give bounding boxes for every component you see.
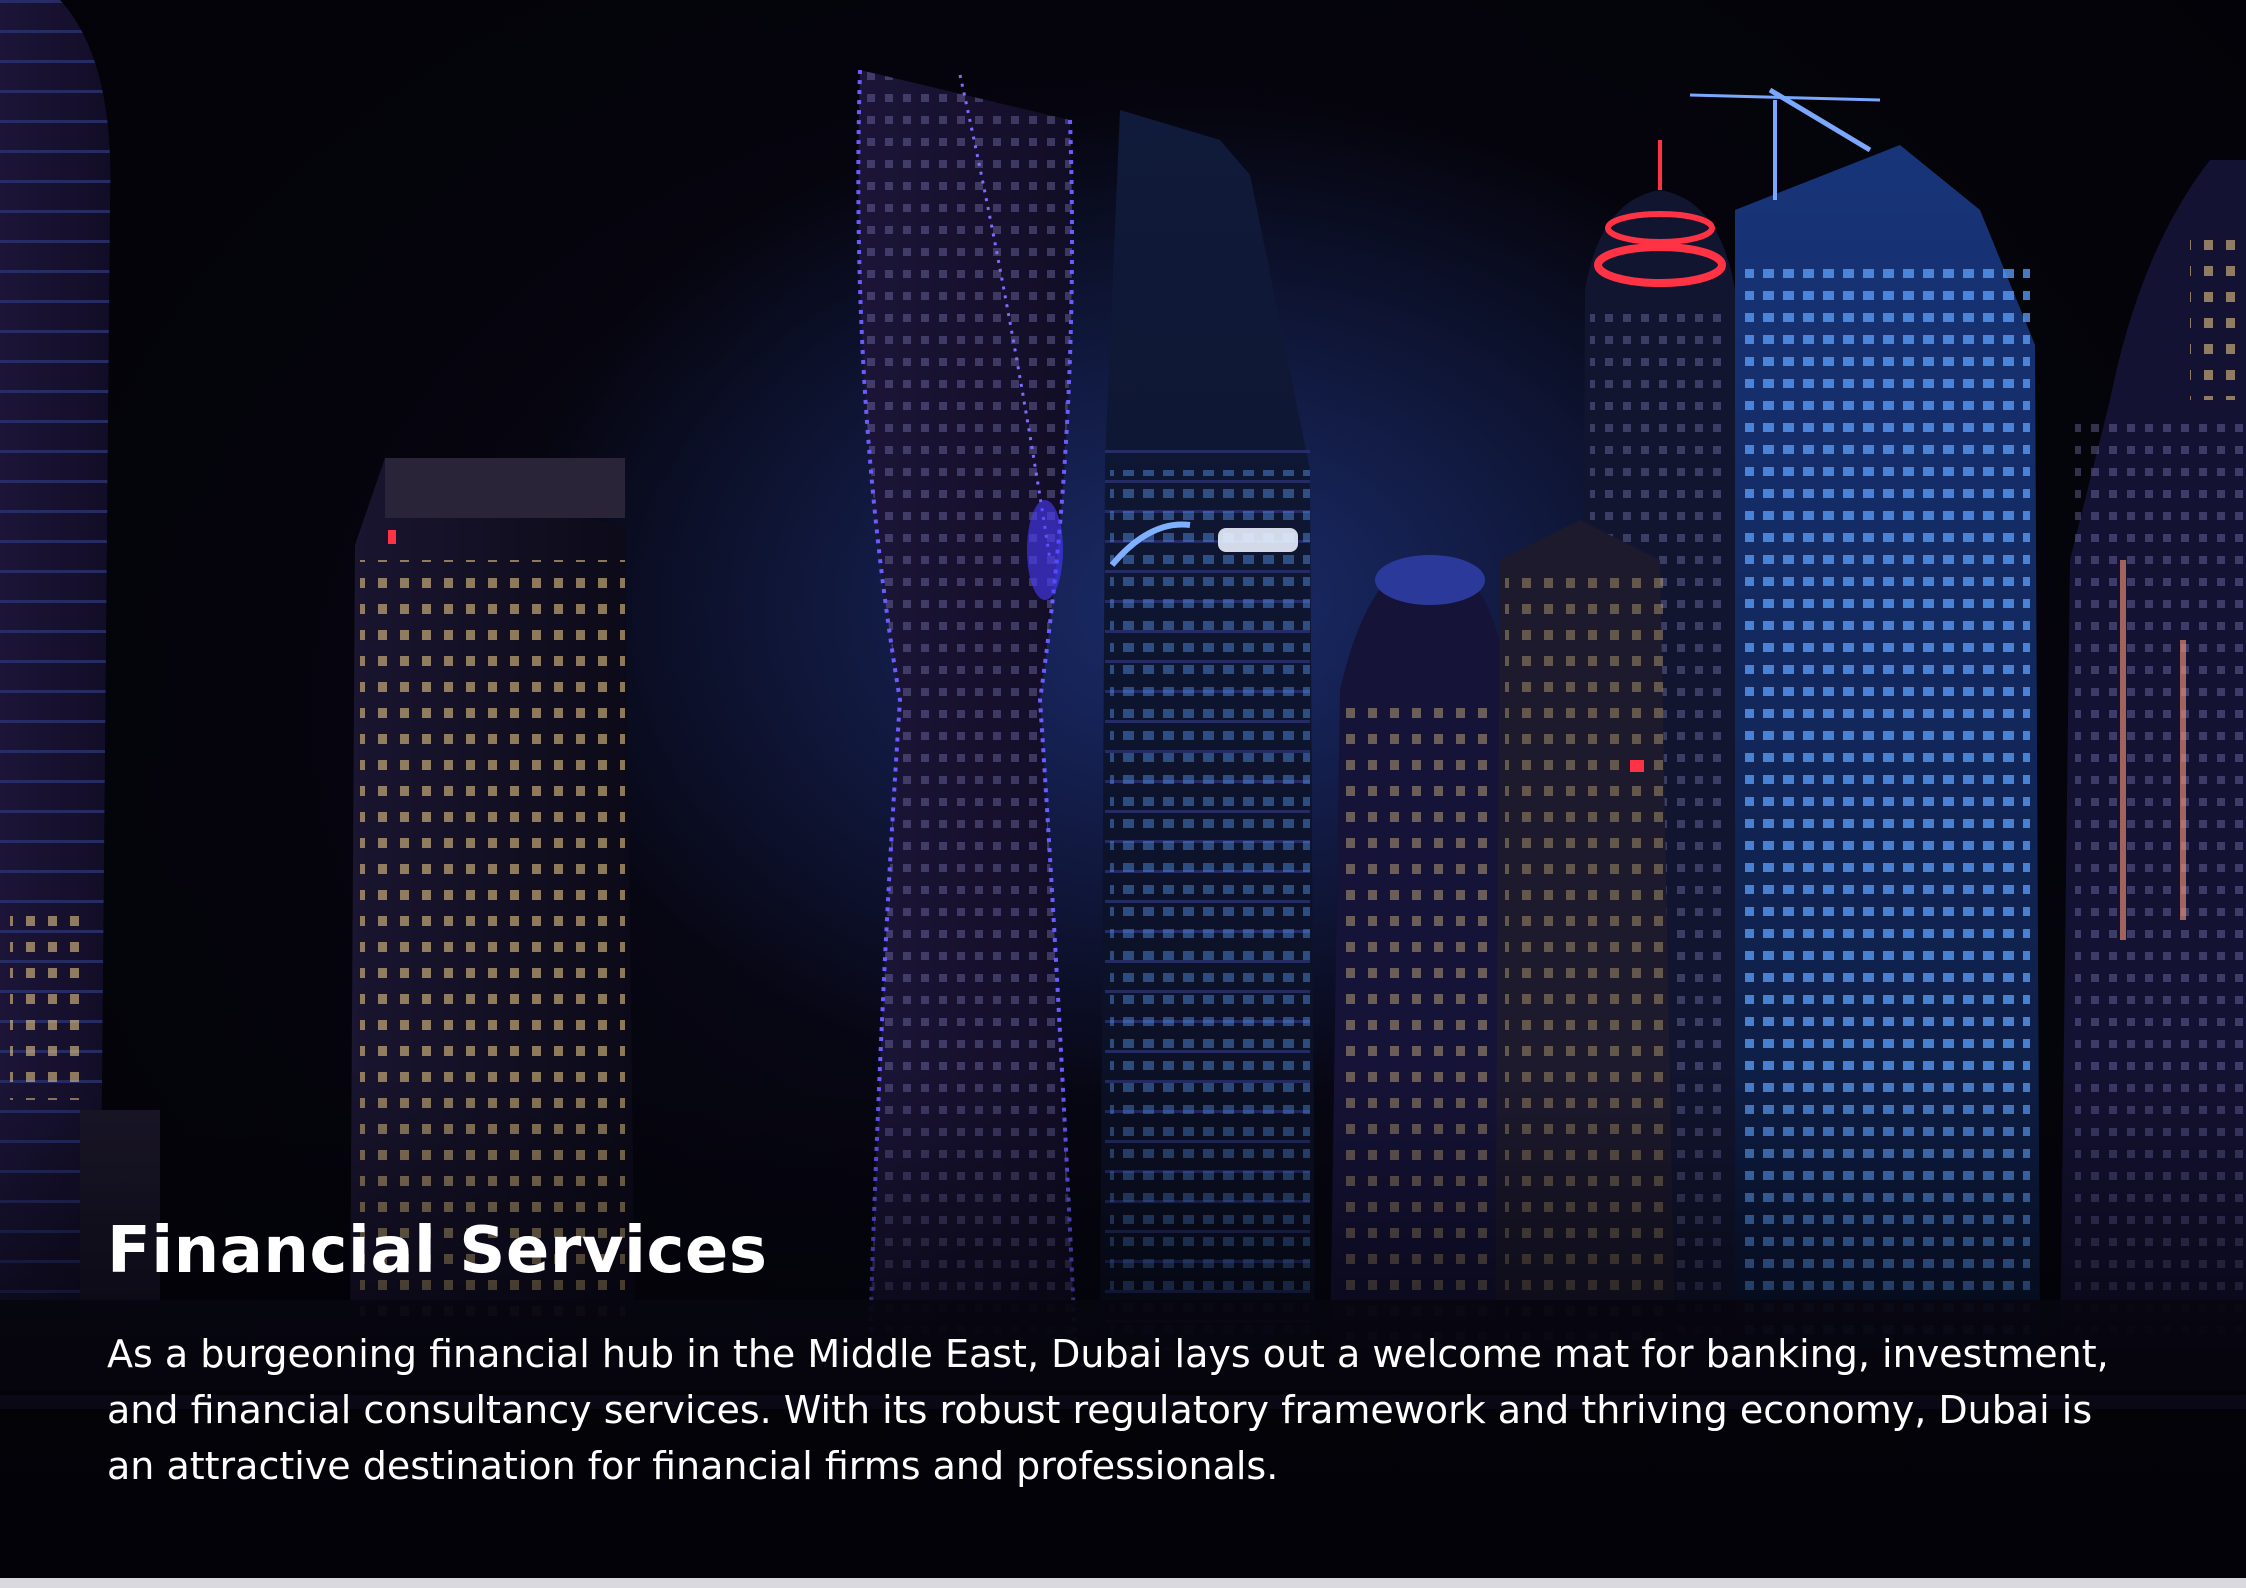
slide: Financial Services As a burgeoning finan… [0, 0, 2246, 1588]
bottom-border [0, 1578, 2246, 1588]
section-title: Financial Services [107, 1214, 768, 1288]
section-description: As a burgeoning financial hub in the Mid… [107, 1332, 2109, 1488]
caption-block: Financial Services As a burgeoning finan… [107, 1208, 2147, 1494]
